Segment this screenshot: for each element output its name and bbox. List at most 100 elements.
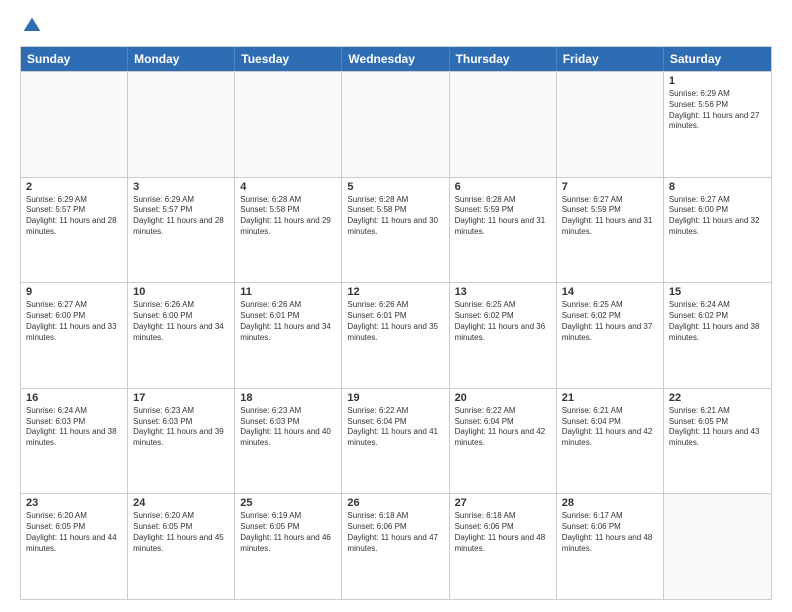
day-number: 11 bbox=[240, 286, 336, 298]
day-number: 9 bbox=[26, 286, 122, 298]
day-number: 1 bbox=[669, 75, 766, 87]
calendar-cell bbox=[235, 72, 342, 177]
cell-text: Sunrise: 6:17 AM Sunset: 6:06 PM Dayligh… bbox=[562, 511, 658, 554]
calendar-cell: 28 Sunrise: 6:17 AM Sunset: 6:06 PM Dayli… bbox=[557, 494, 664, 599]
cell-text: Sunrise: 6:20 AM Sunset: 6:05 PM Dayligh… bbox=[133, 511, 229, 554]
cell-text: Sunrise: 6:24 AM Sunset: 6:03 PM Dayligh… bbox=[26, 406, 122, 449]
day-number: 20 bbox=[455, 392, 551, 404]
day-number: 24 bbox=[133, 497, 229, 509]
calendar-cell: 15 Sunrise: 6:24 AM Sunset: 6:02 PM Dayli… bbox=[664, 283, 771, 388]
day-number: 21 bbox=[562, 392, 658, 404]
calendar-body: 1 Sunrise: 6:29 AM Sunset: 5:56 PM Daylig… bbox=[21, 71, 771, 599]
calendar-row: 1 Sunrise: 6:29 AM Sunset: 5:56 PM Daylig… bbox=[21, 71, 771, 177]
day-number: 6 bbox=[455, 181, 551, 193]
day-number: 2 bbox=[26, 181, 122, 193]
calendar-cell: 26 Sunrise: 6:18 AM Sunset: 6:06 PM Dayli… bbox=[342, 494, 449, 599]
day-number: 26 bbox=[347, 497, 443, 509]
calendar-header-cell: Thursday bbox=[450, 47, 557, 71]
calendar-cell: 12 Sunrise: 6:26 AM Sunset: 6:01 PM Dayli… bbox=[342, 283, 449, 388]
day-number: 16 bbox=[26, 392, 122, 404]
cell-text: Sunrise: 6:27 AM Sunset: 6:00 PM Dayligh… bbox=[26, 300, 122, 343]
cell-text: Sunrise: 6:22 AM Sunset: 6:04 PM Dayligh… bbox=[455, 406, 551, 449]
calendar-cell: 13 Sunrise: 6:25 AM Sunset: 6:02 PM Dayli… bbox=[450, 283, 557, 388]
cell-text: Sunrise: 6:24 AM Sunset: 6:02 PM Dayligh… bbox=[669, 300, 766, 343]
day-number: 7 bbox=[562, 181, 658, 193]
calendar-header-cell: Wednesday bbox=[342, 47, 449, 71]
calendar-cell: 10 Sunrise: 6:26 AM Sunset: 6:00 PM Dayli… bbox=[128, 283, 235, 388]
cell-text: Sunrise: 6:25 AM Sunset: 6:02 PM Dayligh… bbox=[562, 300, 658, 343]
day-number: 23 bbox=[26, 497, 122, 509]
calendar-cell bbox=[128, 72, 235, 177]
calendar-cell: 3 Sunrise: 6:29 AM Sunset: 5:57 PM Daylig… bbox=[128, 178, 235, 283]
calendar-row: 16 Sunrise: 6:24 AM Sunset: 6:03 PM Dayli… bbox=[21, 388, 771, 494]
cell-text: Sunrise: 6:27 AM Sunset: 6:00 PM Dayligh… bbox=[669, 195, 766, 238]
day-number: 28 bbox=[562, 497, 658, 509]
day-number: 4 bbox=[240, 181, 336, 193]
cell-text: Sunrise: 6:29 AM Sunset: 5:57 PM Dayligh… bbox=[133, 195, 229, 238]
calendar-cell bbox=[557, 72, 664, 177]
calendar-cell: 24 Sunrise: 6:20 AM Sunset: 6:05 PM Dayli… bbox=[128, 494, 235, 599]
cell-text: Sunrise: 6:28 AM Sunset: 5:59 PM Dayligh… bbox=[455, 195, 551, 238]
cell-text: Sunrise: 6:26 AM Sunset: 6:01 PM Dayligh… bbox=[240, 300, 336, 343]
calendar-cell: 17 Sunrise: 6:23 AM Sunset: 6:03 PM Dayli… bbox=[128, 389, 235, 494]
cell-text: Sunrise: 6:19 AM Sunset: 6:05 PM Dayligh… bbox=[240, 511, 336, 554]
cell-text: Sunrise: 6:20 AM Sunset: 6:05 PM Dayligh… bbox=[26, 511, 122, 554]
calendar: SundayMondayTuesdayWednesdayThursdayFrid… bbox=[20, 46, 772, 600]
calendar-cell bbox=[450, 72, 557, 177]
calendar-cell bbox=[664, 494, 771, 599]
calendar-cell: 22Sunrise: 6:21 AM Sunset: 6:05 PM Dayli… bbox=[664, 389, 771, 494]
calendar-cell: 4 Sunrise: 6:28 AM Sunset: 5:58 PM Daylig… bbox=[235, 178, 342, 283]
calendar-cell: 5 Sunrise: 6:28 AM Sunset: 5:58 PM Daylig… bbox=[342, 178, 449, 283]
cell-text: Sunrise: 6:18 AM Sunset: 6:06 PM Dayligh… bbox=[455, 511, 551, 554]
calendar-cell: 23 Sunrise: 6:20 AM Sunset: 6:05 PM Dayli… bbox=[21, 494, 128, 599]
day-number: 5 bbox=[347, 181, 443, 193]
calendar-cell: 19Sunrise: 6:22 AM Sunset: 6:04 PM Dayli… bbox=[342, 389, 449, 494]
calendar-cell: 20 Sunrise: 6:22 AM Sunset: 6:04 PM Dayli… bbox=[450, 389, 557, 494]
calendar-cell: 2 Sunrise: 6:29 AM Sunset: 5:57 PM Daylig… bbox=[21, 178, 128, 283]
calendar-cell: 8Sunrise: 6:27 AM Sunset: 6:00 PM Daylig… bbox=[664, 178, 771, 283]
calendar-cell: 18 Sunrise: 6:23 AM Sunset: 6:03 PM Dayli… bbox=[235, 389, 342, 494]
day-number: 3 bbox=[133, 181, 229, 193]
calendar-row: 23 Sunrise: 6:20 AM Sunset: 6:05 PM Dayli… bbox=[21, 493, 771, 599]
cell-text: Sunrise: 6:26 AM Sunset: 6:00 PM Dayligh… bbox=[133, 300, 229, 343]
cell-text: Sunrise: 6:26 AM Sunset: 6:01 PM Dayligh… bbox=[347, 300, 443, 343]
cell-text: Sunrise: 6:23 AM Sunset: 6:03 PM Dayligh… bbox=[133, 406, 229, 449]
logo bbox=[20, 16, 42, 36]
calendar-cell: 21Sunrise: 6:21 AM Sunset: 6:04 PM Dayli… bbox=[557, 389, 664, 494]
cell-text: Sunrise: 6:28 AM Sunset: 5:58 PM Dayligh… bbox=[240, 195, 336, 238]
calendar-cell bbox=[21, 72, 128, 177]
calendar-cell: 7 Sunrise: 6:27 AM Sunset: 5:59 PM Daylig… bbox=[557, 178, 664, 283]
day-number: 27 bbox=[455, 497, 551, 509]
logo-icon bbox=[22, 16, 42, 36]
cell-text: Sunrise: 6:21 AM Sunset: 6:05 PM Dayligh… bbox=[669, 406, 766, 449]
cell-text: Sunrise: 6:25 AM Sunset: 6:02 PM Dayligh… bbox=[455, 300, 551, 343]
day-number: 10 bbox=[133, 286, 229, 298]
day-number: 14 bbox=[562, 286, 658, 298]
day-number: 17 bbox=[133, 392, 229, 404]
day-number: 25 bbox=[240, 497, 336, 509]
calendar-cell: 1 Sunrise: 6:29 AM Sunset: 5:56 PM Daylig… bbox=[664, 72, 771, 177]
day-number: 18 bbox=[240, 392, 336, 404]
cell-text: Sunrise: 6:18 AM Sunset: 6:06 PM Dayligh… bbox=[347, 511, 443, 554]
calendar-header-cell: Saturday bbox=[664, 47, 771, 71]
cell-text: Sunrise: 6:29 AM Sunset: 5:57 PM Dayligh… bbox=[26, 195, 122, 238]
calendar-cell: 16 Sunrise: 6:24 AM Sunset: 6:03 PM Dayli… bbox=[21, 389, 128, 494]
day-number: 15 bbox=[669, 286, 766, 298]
day-number: 19 bbox=[347, 392, 443, 404]
day-number: 12 bbox=[347, 286, 443, 298]
cell-text: Sunrise: 6:28 AM Sunset: 5:58 PM Dayligh… bbox=[347, 195, 443, 238]
calendar-cell: 11 Sunrise: 6:26 AM Sunset: 6:01 PM Dayli… bbox=[235, 283, 342, 388]
calendar-cell: 14 Sunrise: 6:25 AM Sunset: 6:02 PM Dayli… bbox=[557, 283, 664, 388]
header bbox=[20, 16, 772, 36]
calendar-row: 2 Sunrise: 6:29 AM Sunset: 5:57 PM Daylig… bbox=[21, 177, 771, 283]
day-number: 13 bbox=[455, 286, 551, 298]
cell-text: Sunrise: 6:23 AM Sunset: 6:03 PM Dayligh… bbox=[240, 406, 336, 449]
calendar-cell: 27 Sunrise: 6:18 AM Sunset: 6:06 PM Dayli… bbox=[450, 494, 557, 599]
calendar-row: 9 Sunrise: 6:27 AM Sunset: 6:00 PM Daylig… bbox=[21, 282, 771, 388]
cell-text: Sunrise: 6:27 AM Sunset: 5:59 PM Dayligh… bbox=[562, 195, 658, 238]
calendar-cell: 9 Sunrise: 6:27 AM Sunset: 6:00 PM Daylig… bbox=[21, 283, 128, 388]
calendar-cell bbox=[342, 72, 449, 177]
calendar-header-cell: Sunday bbox=[21, 47, 128, 71]
cell-text: Sunrise: 6:29 AM Sunset: 5:56 PM Dayligh… bbox=[669, 89, 766, 132]
calendar-header-cell: Tuesday bbox=[235, 47, 342, 71]
